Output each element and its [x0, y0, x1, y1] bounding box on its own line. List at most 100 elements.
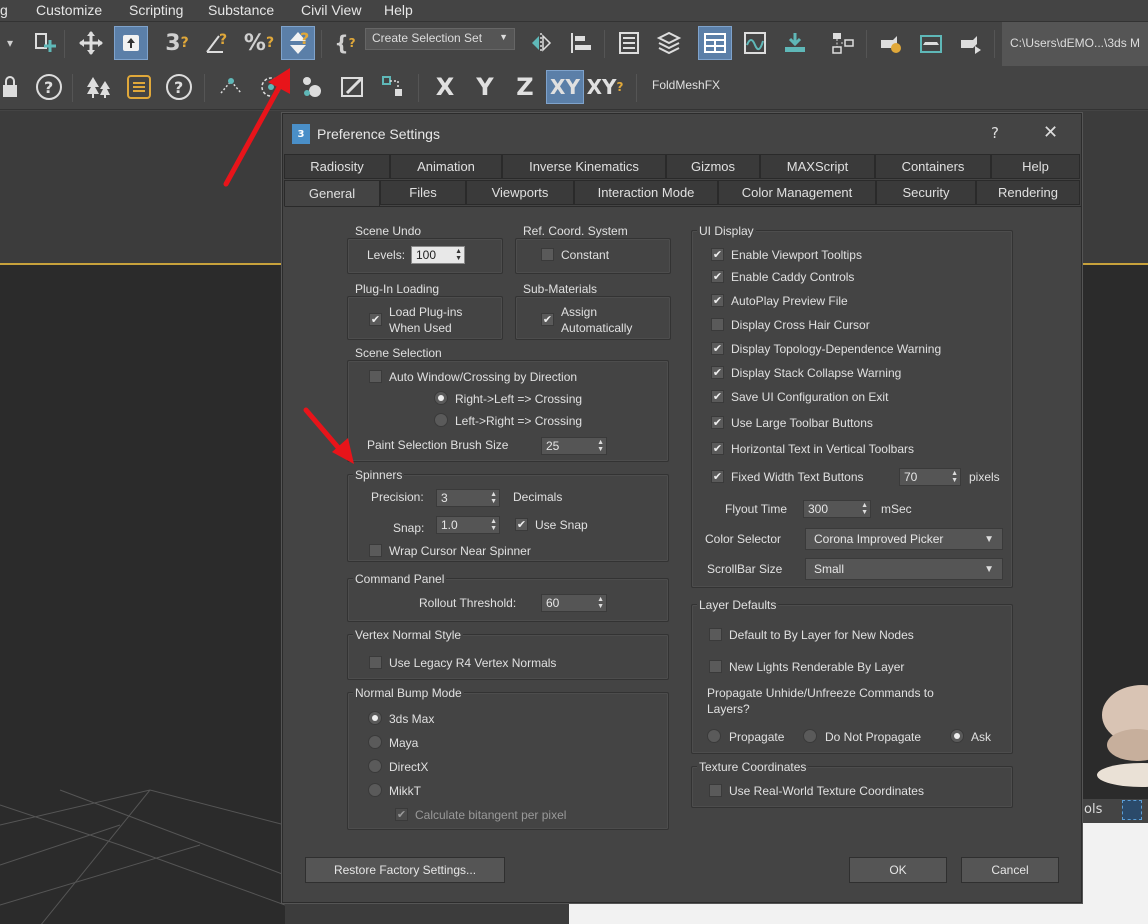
list-box-icon[interactable]: [122, 70, 156, 104]
tab-interaction-mode[interactable]: Interaction Mode: [574, 180, 718, 205]
dropdown-icon[interactable]: ▾: [0, 26, 20, 60]
spinner-arrows-icon[interactable]: ▲ ▼: [490, 491, 497, 505]
tab-gizmos[interactable]: Gizmos: [666, 154, 760, 179]
topology-warning-checkbox[interactable]: ✔: [711, 342, 724, 355]
propagate-radio[interactable]: [707, 729, 721, 743]
levels-spinner[interactable]: 100 ▲ ▼: [411, 246, 465, 264]
cancel-button[interactable]: Cancel: [961, 857, 1059, 883]
menu-item-civil-view[interactable]: Civil View: [301, 2, 361, 18]
trees-icon[interactable]: [82, 70, 116, 104]
paint-brush-spinner[interactable]: 25 ▲ ▼: [541, 437, 607, 455]
precision-spinner[interactable]: 3 ▲ ▼: [436, 489, 500, 507]
real-world-checkbox[interactable]: [709, 784, 722, 797]
fixed-width-checkbox[interactable]: ✔: [711, 470, 724, 483]
scene-explorer-icon[interactable]: [612, 26, 646, 60]
new-lights-checkbox[interactable]: [709, 660, 722, 673]
tab-containers[interactable]: Containers: [875, 154, 991, 179]
ok-button[interactable]: OK: [849, 857, 947, 883]
spinner-arrows-icon[interactable]: ▲ ▼: [597, 596, 604, 610]
spinner-arrows-icon[interactable]: ▲ ▼: [597, 439, 604, 453]
dialog-help-button[interactable]: ?: [991, 124, 999, 142]
axis-xy-cycle-button[interactable]: XY?: [587, 70, 624, 104]
tab-inverse-kinematics[interactable]: Inverse Kinematics: [502, 154, 666, 179]
dope-sheet-icon[interactable]: [778, 26, 812, 60]
left-right-radio[interactable]: [434, 413, 448, 427]
select-object-icon[interactable]: [114, 26, 148, 60]
tab-files[interactable]: Files: [380, 180, 466, 205]
stack-collapse-checkbox[interactable]: ✔: [711, 366, 724, 379]
create-selection-set-dropdown[interactable]: Create Selection Set ▼: [365, 28, 515, 50]
bump-directx-radio[interactable]: [368, 759, 382, 773]
tab-security[interactable]: Security: [876, 180, 976, 205]
menu-item-customize[interactable]: Customize: [36, 2, 102, 18]
menu-item-scripting[interactable]: Scripting: [129, 2, 183, 18]
right-left-radio[interactable]: [434, 391, 448, 405]
large-toolbar-checkbox[interactable]: ✔: [711, 416, 724, 429]
caddy-controls-checkbox[interactable]: ✔: [711, 270, 724, 283]
project-path-field[interactable]: C:\Users\dEMO...\3ds M: [1002, 22, 1148, 66]
schematic-view-icon[interactable]: [826, 26, 860, 60]
legacy-normals-checkbox[interactable]: [369, 656, 382, 669]
mirror-icon[interactable]: [524, 26, 558, 60]
paint-brush-icon[interactable]: [336, 70, 370, 104]
auto-window-checkbox[interactable]: [369, 370, 382, 383]
align-icon[interactable]: [564, 26, 598, 60]
tab-rendering[interactable]: Rendering: [976, 180, 1080, 205]
edit-named-selection-icon[interactable]: {?: [328, 26, 362, 60]
spinner-arrows-icon[interactable]: ▲ ▼: [951, 470, 958, 484]
region-select-icon[interactable]: [1122, 800, 1142, 820]
tab-help[interactable]: Help: [991, 154, 1080, 179]
rollout-threshold-spinner[interactable]: 60 ▲ ▼: [541, 594, 607, 612]
horizontal-text-checkbox[interactable]: ✔: [711, 442, 724, 455]
default-by-layer-checkbox[interactable]: [709, 628, 722, 641]
color-selector-dropdown[interactable]: Corona Improved Picker ▼: [805, 528, 1003, 550]
scrollbar-size-dropdown[interactable]: Small ▼: [805, 558, 1003, 580]
help-circle-icon[interactable]: ?: [32, 70, 66, 104]
spinner-arrows-icon[interactable]: ▲ ▼: [455, 248, 462, 262]
constant-checkbox[interactable]: [541, 248, 554, 261]
tab-viewports[interactable]: Viewports: [466, 180, 574, 205]
perspective-viewport[interactable]: [0, 263, 285, 924]
close-icon[interactable]: ✕: [1043, 122, 1058, 143]
tab-maxscript[interactable]: MAXScript: [760, 154, 875, 179]
ask-radio[interactable]: [950, 729, 964, 743]
dialog-titlebar[interactable]: 3 Preference Settings ? ✕: [283, 114, 1081, 154]
lock-icon[interactable]: [0, 70, 20, 104]
menu-item-substance[interactable]: Substance: [208, 2, 274, 18]
assign-auto-checkbox[interactable]: ✔: [541, 313, 554, 326]
foldmeshfx-button[interactable]: FoldMeshFX: [652, 78, 720, 92]
wrap-cursor-checkbox[interactable]: [369, 544, 382, 557]
bump-maya-radio[interactable]: [368, 735, 382, 749]
axis-xy-button[interactable]: XY: [546, 70, 584, 104]
use-snap-checkbox[interactable]: ✔: [515, 518, 528, 531]
cross-hair-checkbox[interactable]: [711, 318, 724, 331]
percent-snap-icon[interactable]: %?: [242, 26, 276, 60]
ribbon-toggle-icon[interactable]: [698, 26, 732, 60]
tab-color-management[interactable]: Color Management: [718, 180, 876, 205]
spinner-arrows-icon[interactable]: ▲ ▼: [490, 518, 497, 532]
flyout-time-spinner[interactable]: 300 ▲ ▼: [803, 500, 871, 518]
bump-mikkt-radio[interactable]: [368, 783, 382, 797]
menu-item-help[interactable]: Help: [384, 2, 413, 18]
load-plugins-checkbox[interactable]: ✔: [369, 313, 382, 326]
angle-snap-icon[interactable]: ?: [200, 26, 234, 60]
autoplay-preview-checkbox[interactable]: ✔: [711, 294, 724, 307]
spinner-arrows-icon[interactable]: ▲ ▼: [861, 502, 868, 516]
tab-animation[interactable]: Animation: [390, 154, 502, 179]
help-circle-2-icon[interactable]: ?: [162, 70, 196, 104]
snap-spinner[interactable]: 1.0 ▲ ▼: [436, 516, 500, 534]
menu-item-rendering[interactable]: g: [0, 2, 8, 18]
axis-x-button[interactable]: X: [428, 70, 462, 104]
right-viewport[interactable]: [1082, 263, 1148, 799]
move-icon[interactable]: [74, 26, 108, 60]
fixed-width-spinner[interactable]: 70 ▲ ▼: [899, 468, 961, 486]
rendered-frame-icon[interactable]: [914, 26, 948, 60]
restore-factory-button[interactable]: Restore Factory Settings...: [305, 857, 505, 883]
curve-editor-icon[interactable]: [738, 26, 772, 60]
spinner-snap-icon[interactable]: ?: [281, 26, 315, 60]
viewport-tooltips-checkbox[interactable]: ✔: [711, 248, 724, 261]
render-setup-icon[interactable]: [874, 26, 908, 60]
snap-3d-icon[interactable]: 3?: [160, 26, 194, 60]
do-not-propagate-radio[interactable]: [803, 729, 817, 743]
render-production-icon[interactable]: [954, 26, 988, 60]
